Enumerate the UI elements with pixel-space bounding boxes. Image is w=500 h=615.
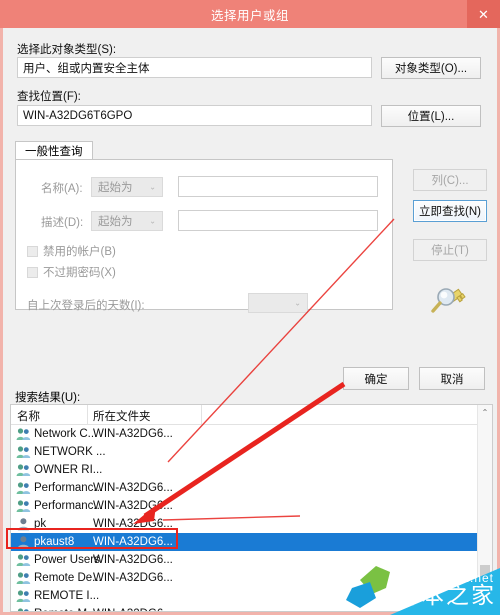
row-name: pkaust8 [34, 536, 75, 548]
ok-button[interactable]: 确定 [343, 367, 409, 390]
table-row[interactable]: Remote M...WIN-A32DG6... [11, 605, 492, 611]
object-type-label: 选择此对象类型(S): [17, 44, 117, 56]
disabled-accounts-checkbox[interactable]: 禁用的帐户(B) [27, 243, 116, 259]
name-input[interactable] [178, 176, 378, 197]
column-divider [87, 405, 88, 424]
description-condition-select[interactable]: 起始为 ⌄ [91, 211, 163, 231]
column-header-name[interactable]: 名称 [17, 408, 40, 424]
row-folder: WIN-A32DG6... [93, 518, 173, 530]
row-folder: WIN-A32DG6... [93, 572, 173, 584]
object-type-field[interactable]: 用户、组或内置安全主体 [17, 57, 372, 78]
non-expiring-password-checkbox[interactable]: 不过期密码(X) [27, 264, 116, 280]
group-icon [16, 463, 31, 477]
group-icon [16, 571, 31, 585]
name-label: 名称(A): [41, 183, 83, 195]
days-since-logon-select[interactable]: ⌄ [248, 293, 308, 313]
row-name: NETWORK ... [34, 446, 106, 458]
row-folder: WIN-A32DG6... [93, 482, 173, 494]
list-body: Network C... WIN-A32DG6... NETWORK ... OWNE… [11, 425, 492, 611]
name-condition-value: 起始为 [98, 182, 133, 194]
table-row[interactable]: NETWORK ... [11, 443, 492, 461]
group-icon [16, 607, 31, 611]
description-label: 描述(D): [41, 217, 84, 229]
row-name: Power Users [34, 554, 100, 566]
row-folder: WIN-A32DG6... [93, 536, 173, 548]
table-row[interactable]: Power Users WIN-A32DG6... [11, 551, 492, 569]
non-expiring-password-label: 不过期密码(X) [43, 267, 116, 279]
row-name: Remote De... [34, 572, 102, 584]
search-results-label: 搜索结果(U): [15, 392, 81, 404]
title-bar: 选择用户或组 ✕ [0, 0, 500, 28]
table-row-selected[interactable]: pkaust8 WIN-A32DG6... [11, 533, 492, 551]
object-types-button[interactable]: 对象类型(O)... [381, 57, 481, 79]
user-icon [16, 535, 31, 549]
group-icon [16, 427, 31, 441]
select-user-or-group-dialog: 选择用户或组 ✕ 选择此对象类型(S): 用户、组或内置安全主体 对象类型(O)… [0, 0, 500, 615]
row-name: Remote M... [34, 608, 97, 611]
table-row[interactable]: Remote De... WIN-A32DG6... [11, 569, 492, 587]
table-row[interactable]: pk WIN-A32DG6... [11, 515, 492, 533]
table-row[interactable]: Network C... WIN-A32DG6... [11, 425, 492, 443]
columns-button[interactable]: 列(C)... [413, 169, 487, 191]
list-scrollbar[interactable]: ⌃ [477, 405, 492, 611]
user-icon [16, 517, 31, 531]
find-now-button[interactable]: 立即查找(N) [413, 200, 487, 222]
description-condition-value: 起始为 [98, 216, 133, 228]
days-since-logon-label: 自上次登录后的天数(I): [27, 300, 145, 312]
locations-button[interactable]: 位置(L)... [381, 105, 481, 127]
row-folder: WIN-A32DG6... [93, 608, 173, 611]
column-header-folder[interactable]: 所在文件夹 [93, 408, 151, 424]
row-name: REMOTE I... [34, 590, 100, 602]
group-icon [16, 499, 31, 513]
chevron-down-icon: ⌄ [149, 216, 156, 226]
search-results-list[interactable]: 名称 所在文件夹 Network C... WIN-A32DG6... NETWOR… [10, 404, 493, 612]
magnifier-key-icon [427, 283, 471, 321]
window-title: 选择用户或组 [210, 8, 289, 23]
group-icon [16, 589, 31, 603]
chevron-down-icon: ⌄ [294, 298, 301, 308]
tab-general-query[interactable]: 一般性查询 [15, 141, 93, 160]
table-row[interactable]: Performanc... WIN-A32DG6... [11, 479, 492, 497]
tab-strip: 一般性查询 [15, 141, 393, 160]
group-icon [16, 553, 31, 567]
checkbox-box [27, 266, 38, 278]
group-icon [16, 481, 31, 495]
table-row[interactable]: Performanc... WIN-A32DG6... [11, 497, 492, 515]
row-name: Network C... [34, 428, 98, 440]
row-folder: WIN-A32DG6... [93, 428, 173, 440]
checkbox-box [27, 245, 38, 257]
scrollbar-thumb[interactable] [480, 565, 490, 595]
close-icon[interactable]: ✕ [467, 0, 500, 28]
cancel-button[interactable]: 取消 [419, 367, 485, 390]
stop-button[interactable]: 停止(T) [413, 239, 487, 261]
group-icon [16, 445, 31, 459]
row-name: OWNER RI... [34, 464, 103, 476]
table-row[interactable]: REMOTE I... [11, 587, 492, 605]
row-name: pk [34, 518, 47, 530]
location-field[interactable]: WIN-A32DG6T6GPO [17, 105, 372, 126]
column-divider [201, 405, 202, 424]
table-row[interactable]: OWNER RI... [11, 461, 492, 479]
scroll-up-icon[interactable]: ⌃ [478, 405, 492, 420]
description-input[interactable] [178, 210, 378, 231]
location-label: 查找位置(F): [17, 91, 81, 103]
list-header: 名称 所在文件夹 [11, 405, 492, 425]
name-condition-select[interactable]: 起始为 ⌄ [91, 177, 163, 197]
row-folder: WIN-A32DG6... [93, 554, 173, 566]
chevron-down-icon: ⌄ [149, 182, 156, 192]
row-folder: WIN-A32DG6... [93, 500, 173, 512]
disabled-accounts-label: 禁用的帐户(B) [43, 246, 116, 258]
